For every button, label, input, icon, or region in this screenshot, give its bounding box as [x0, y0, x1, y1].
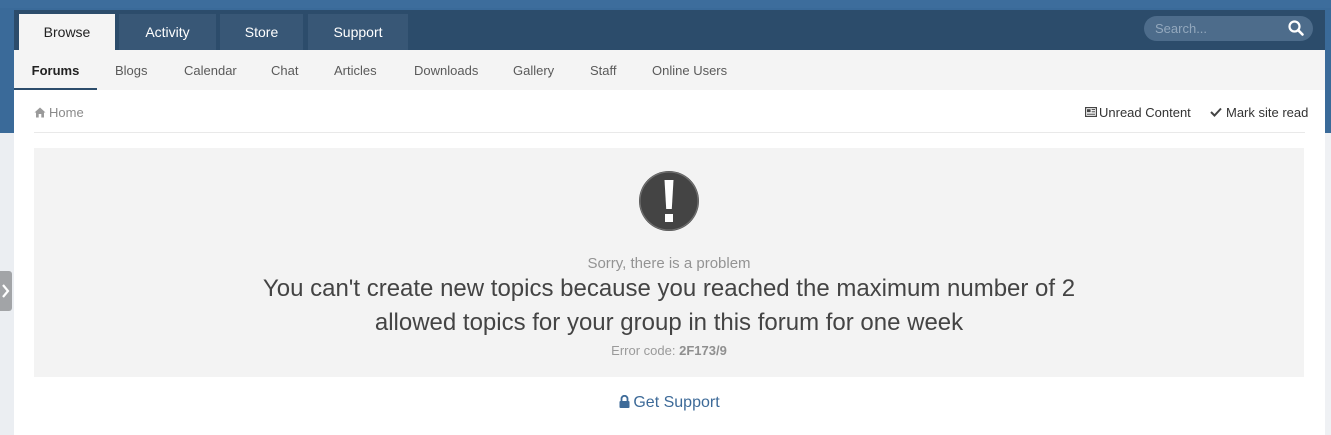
nav-item-calendar[interactable]: Calendar: [184, 50, 237, 90]
nav-item-chat[interactable]: Chat: [271, 50, 298, 90]
nav-item-online-users[interactable]: Online Users: [652, 50, 727, 90]
newspaper-icon: [1085, 107, 1098, 118]
tab-browse[interactable]: Browse: [19, 14, 115, 50]
right-background-strip: [1325, 133, 1331, 435]
primary-nav: Browse Activity Store Support: [14, 10, 1325, 50]
error-code-label: Error code:: [611, 343, 676, 358]
secondary-nav: Forums Blogs Calendar Chat Articles Down…: [14, 50, 1325, 90]
breadcrumb-home-label: Home: [49, 105, 84, 120]
side-panel-toggle[interactable]: [0, 271, 12, 311]
error-code: Error code: 2F173/9: [34, 343, 1304, 358]
nav-item-blogs[interactable]: Blogs: [115, 50, 148, 90]
tab-activity[interactable]: Activity: [119, 14, 216, 50]
check-icon: [1210, 107, 1222, 117]
get-support-link[interactable]: Get Support: [14, 394, 1325, 412]
error-panel: Sorry, there is a problem You can't crea…: [34, 148, 1304, 377]
get-support-label: Get Support: [633, 394, 720, 411]
search-icon[interactable]: [1287, 19, 1305, 37]
lock-icon: [619, 395, 630, 408]
nav-item-downloads[interactable]: Downloads: [414, 50, 478, 90]
error-message: You can't create new topics because you …: [262, 275, 1076, 336]
nav-item-articles[interactable]: Articles: [334, 50, 377, 90]
tab-support[interactable]: Support: [308, 14, 408, 50]
nav-item-staff[interactable]: Staff: [590, 50, 617, 90]
home-icon: [34, 107, 46, 118]
search-input[interactable]: [1155, 20, 1285, 37]
tab-store[interactable]: Store: [220, 14, 303, 50]
exclamation-circle-icon: [639, 171, 699, 231]
chevron-right-icon: [2, 284, 10, 298]
unread-content-link[interactable]: Unread Content: [1085, 105, 1191, 120]
divider: [34, 132, 1305, 133]
nav-item-gallery[interactable]: Gallery: [513, 50, 554, 90]
mark-site-read-label: Mark site read: [1226, 105, 1309, 120]
breadcrumb[interactable]: Home: [34, 105, 84, 120]
top-background-strip: [0, 0, 1331, 8]
page-container: Browse Activity Store Support Forums Blo…: [14, 10, 1325, 435]
error-subtitle: Sorry, there is a problem: [587, 255, 751, 272]
error-code-value: 2F173/9: [679, 343, 727, 358]
unread-content-label: Unread Content: [1099, 105, 1191, 120]
search-box: [1144, 16, 1313, 41]
mark-site-read-link[interactable]: Mark site read: [1210, 105, 1308, 120]
nav-item-forums[interactable]: Forums: [14, 50, 97, 90]
